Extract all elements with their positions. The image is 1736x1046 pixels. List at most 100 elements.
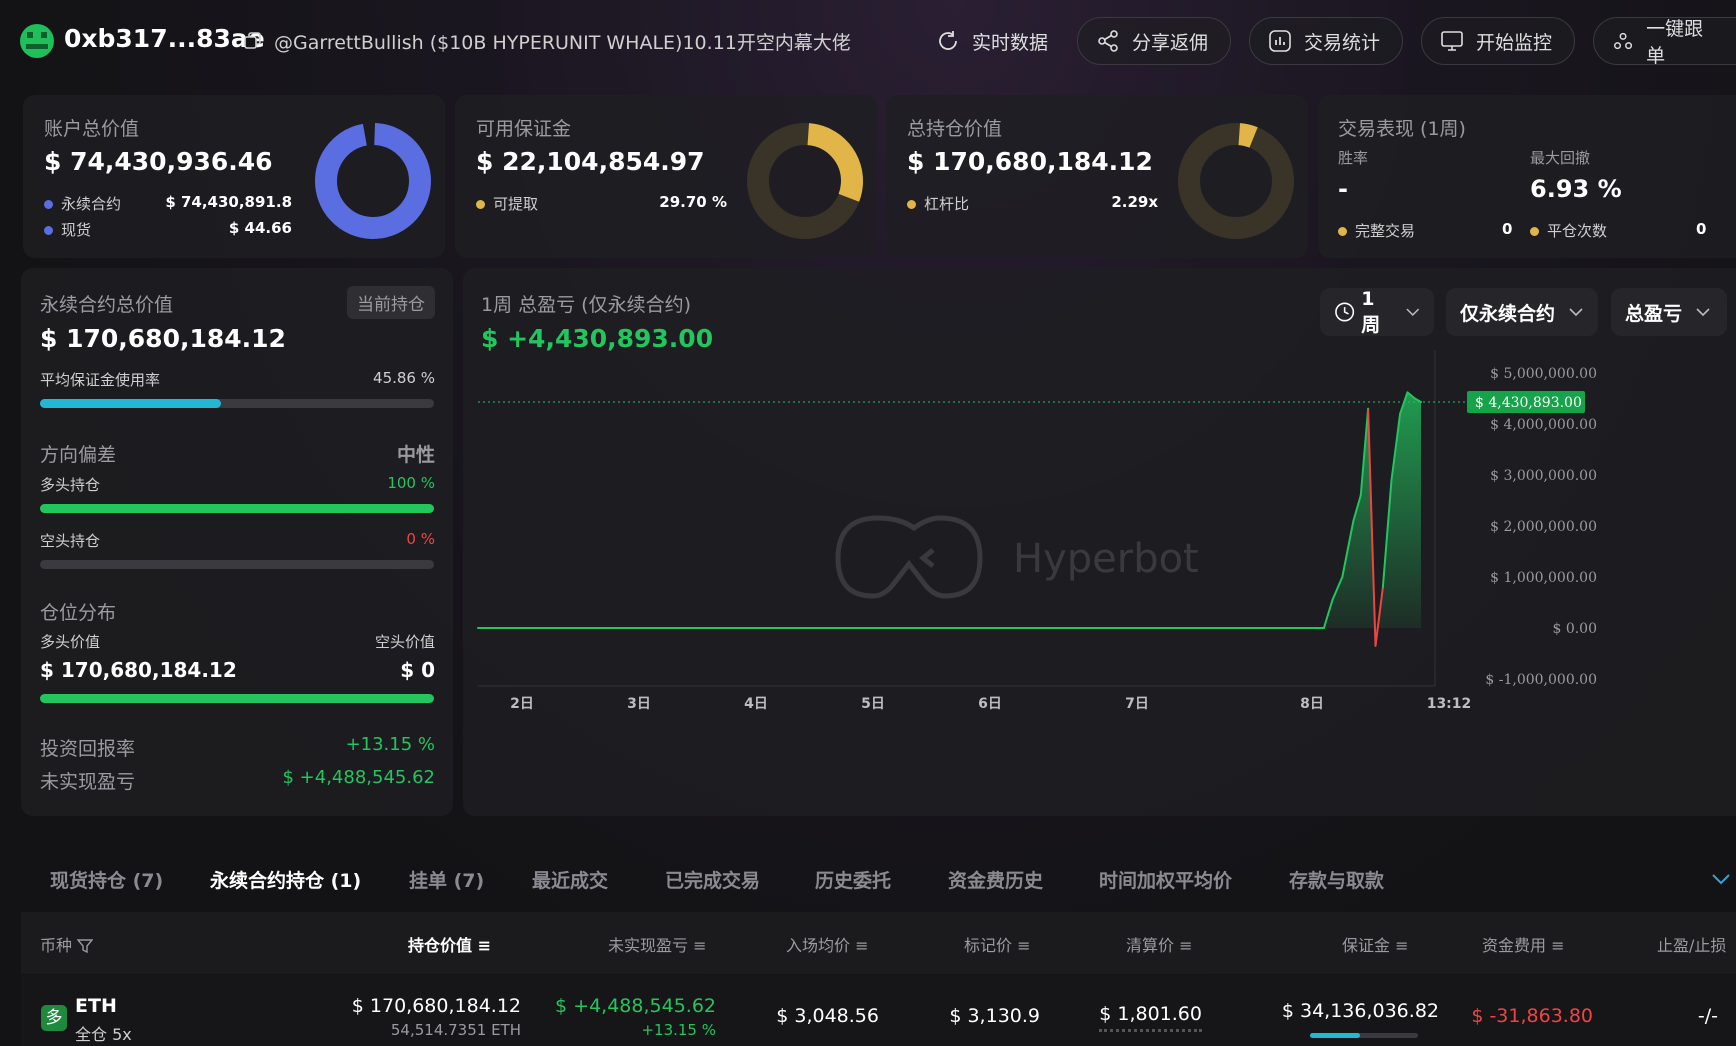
perp-legend-value: $ 74,430,891.8: [165, 193, 292, 211]
th-mark[interactable]: 标记价 ≡: [964, 932, 1031, 956]
th-position-value[interactable]: 持仓价值 ≡: [408, 932, 491, 956]
filter-icon[interactable]: [76, 938, 94, 954]
perp-legend-label: 永续合约: [61, 195, 122, 213]
start-monitor-button[interactable]: 开始监控: [1421, 17, 1575, 65]
table-row[interactable]: 多 ETH 全仓 5x $ 170,680,184.12 54,514.7351…: [21, 975, 1736, 1046]
total-position-value: $ 170,680,184.12: [907, 147, 1153, 176]
scope-dropdown-label: 仅永续合约: [1460, 302, 1556, 325]
period-dropdown[interactable]: 1周: [1320, 288, 1434, 336]
th-position-value-label: 持仓价值: [408, 936, 473, 955]
short-holding-value: 0 %: [406, 530, 435, 548]
copy-trade-button[interactable]: 一键跟单: [1593, 17, 1736, 67]
withdrawable-legend: 可提取: [476, 193, 538, 214]
close-count-value: 0: [1696, 220, 1707, 238]
close-count-label: 平仓次数: [1547, 222, 1608, 240]
current-holding-badge: 当前持仓: [347, 286, 435, 319]
account-value-card: 账户总价值 $ 74,430,936.46 永续合约 $ 74,430,891.…: [23, 95, 445, 258]
long-holding-value: 100 %: [387, 474, 435, 492]
distribution-label: 仓位分布: [40, 602, 117, 624]
margin-use-value: 45.86 %: [373, 369, 435, 387]
complete-trades-value: 0: [1502, 220, 1513, 238]
sort-icon: ≡: [1179, 936, 1193, 955]
tab-7[interactable]: 时间加权平均价: [1099, 866, 1232, 893]
tab-2[interactable]: 挂单 (7): [409, 866, 484, 893]
spot-legend: 现货: [44, 219, 91, 240]
tab-5[interactable]: 历史委托: [815, 866, 891, 893]
th-funding[interactable]: 资金费用 ≡: [1482, 932, 1565, 956]
pnl-point: [1352, 520, 1355, 522]
th-upnl-label: 未实现盈亏: [608, 936, 689, 955]
share-referral-button[interactable]: 分享返佣: [1077, 17, 1231, 65]
th-upnl[interactable]: 未实现盈亏 ≡: [608, 932, 707, 956]
monitor-icon: [1441, 31, 1463, 51]
y-tick-label: $ 4,000,000.00: [1490, 417, 1597, 433]
copy-icon[interactable]: [244, 32, 262, 50]
tab-0[interactable]: 现货持仓 (7): [50, 866, 163, 893]
leverage-value: 2.29x: [1111, 193, 1158, 211]
tpsl-cell[interactable]: -/-: [1698, 1005, 1718, 1027]
th-tpsl[interactable]: 止盈/止损: [1657, 932, 1726, 956]
short-holding-bar: [40, 560, 434, 569]
winrate-label: 胜率: [1338, 149, 1369, 167]
withdrawable-value: 29.70 %: [659, 193, 727, 211]
long-side-badge: 多: [41, 1005, 67, 1031]
tab-4[interactable]: 已完成交易: [665, 866, 760, 893]
th-liq-label: 清算价: [1126, 936, 1175, 955]
margin-use-bar: [40, 399, 434, 408]
pnl-point: [1399, 413, 1401, 415]
perp-legend: 永续合约: [44, 193, 121, 214]
liq-price-cell: $ 1,801.60: [1099, 1003, 1202, 1032]
tab-3[interactable]: 最近成交: [532, 866, 608, 893]
metric-dropdown-label: 总盈亏: [1625, 302, 1683, 325]
th-margin[interactable]: 保证金 ≡: [1342, 932, 1409, 956]
position-donut: [1178, 123, 1294, 239]
chevron-down-icon[interactable]: [1711, 873, 1731, 885]
metric-dropdown[interactable]: 总盈亏: [1611, 288, 1727, 336]
copy-trade-icon: [1614, 32, 1633, 50]
trade-stats-button[interactable]: 交易统计: [1249, 17, 1403, 65]
short-holding-label: 空头持仓: [40, 532, 101, 550]
th-liq[interactable]: 清算价 ≡: [1126, 932, 1193, 956]
pnl-point: [1390, 479, 1393, 481]
start-monitor-label: 开始监控: [1476, 31, 1553, 54]
realtime-data-button[interactable]: 实时数据: [918, 17, 1068, 65]
perp-total-label: 永续合约总价值: [40, 294, 174, 316]
perp-total-value: $ 170,680,184.12: [40, 324, 286, 353]
upnl-cell: $ +4,488,545.62: [555, 995, 716, 1017]
performance-label: 交易表现 (1周): [1338, 118, 1466, 140]
tab-1[interactable]: 永续合约持仓 (1): [210, 866, 361, 893]
total-position-label: 总持仓价值: [907, 118, 1003, 140]
current-value-label: $ 4,430,893.00: [1475, 395, 1582, 411]
th-entry-label: 入场均价: [786, 936, 851, 955]
unrealized-pnl-value: $ +4,488,545.62: [282, 767, 436, 788]
period-dropdown-label: 1周: [1361, 287, 1381, 336]
y-tick-label: $ 0.00: [1552, 621, 1597, 637]
trade-stats-label: 交易统计: [1304, 31, 1381, 54]
pnl-chart-title: 1周 总盈亏 (仅永续合约): [481, 294, 691, 316]
refresh-icon: [939, 31, 957, 50]
tab-8[interactable]: 存款与取款: [1289, 866, 1384, 893]
account-value: $ 74,430,936.46: [44, 147, 273, 176]
scope-dropdown[interactable]: 仅永续合约: [1446, 288, 1598, 336]
margin-donut: [747, 123, 863, 239]
available-margin-label: 可用保证金: [476, 118, 572, 140]
pnl-chart: Hyperbot $ 5,000,000.00 $ 4,000,000.00 $ 3…: [477, 350, 1597, 712]
perp-summary-panel: 永续合约总价值 当前持仓 $ 170,680,184.12 平均保证金使用率 4…: [21, 268, 453, 816]
pnl-point: [1414, 397, 1416, 400]
chevron-down-icon: [1569, 307, 1583, 316]
copy-trade-label: 一键跟单: [1646, 18, 1704, 67]
th-entry[interactable]: 入场均价 ≡: [786, 932, 869, 956]
sort-icon: ≡: [693, 936, 707, 955]
sort-icon: ≡: [1551, 936, 1565, 955]
wallet-tag: @GarrettBullish ($10B HYPERUNIT WHALE)10…: [274, 32, 851, 54]
th-coin[interactable]: 币种: [40, 932, 94, 956]
pnl-point: [1323, 627, 1325, 629]
position-value-cell: $ 170,680,184.12: [351, 995, 521, 1017]
coin-symbol[interactable]: ETH: [75, 995, 117, 1017]
realtime-data-label: 实时数据: [972, 31, 1049, 54]
account-value-label: 账户总价值: [44, 118, 140, 140]
tab-6[interactable]: 资金费历史: [948, 866, 1043, 893]
share-icon: [1098, 30, 1118, 52]
total-position-card: 总持仓价值 $ 170,680,184.12 杠杆比 2.29x: [886, 95, 1308, 258]
share-referral-label: 分享返佣: [1132, 31, 1209, 54]
